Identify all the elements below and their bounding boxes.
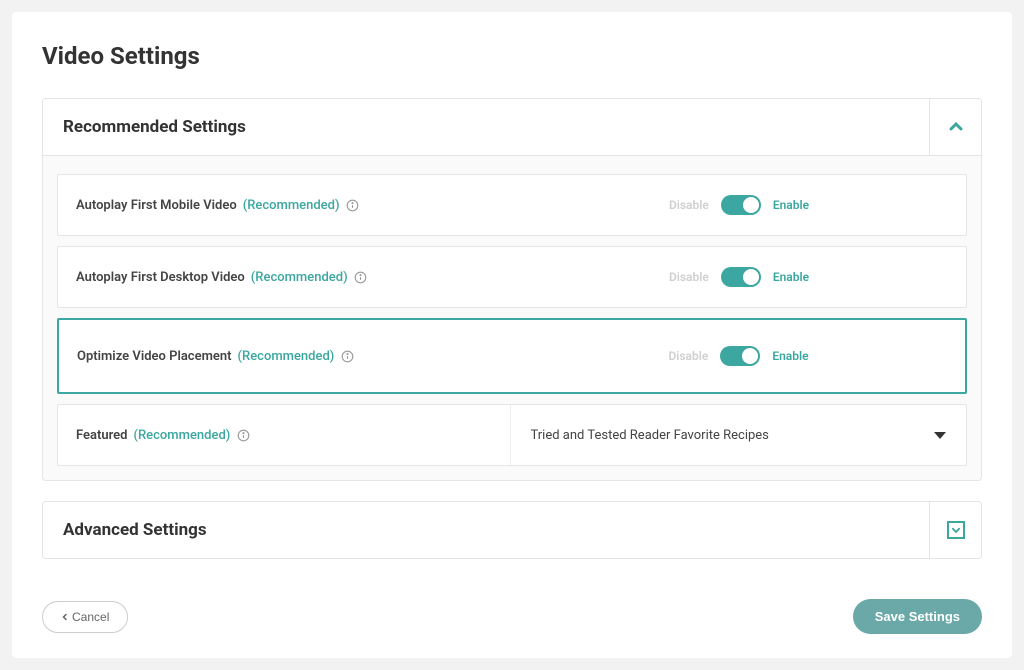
featured-dropdown[interactable]: Tried and Tested Reader Favorite Recipes [510,405,967,465]
chevron-left-icon [61,613,69,621]
actions-bar: Cancel Save Settings [42,599,982,634]
recommended-tag: (Recommended) [134,428,231,443]
toggle-knob [743,197,759,213]
enable-label: Enable [773,270,809,284]
disable-label: Disable [669,270,709,284]
setting-label-group: Autoplay First Mobile Video (Recommended… [58,175,512,235]
setting-label: Featured [76,428,128,443]
enable-label: Enable [772,349,808,363]
recommended-panel-title: Recommended Settings [43,99,266,155]
advanced-expand-toggle[interactable] [929,502,981,558]
recommended-tag: (Recommended) [251,270,348,285]
setting-label: Autoplay First Mobile Video [76,198,237,213]
toggle-switch-optimize-placement[interactable] [720,346,760,366]
info-icon[interactable] [340,349,354,363]
disable-label: Disable [668,349,708,363]
setting-row-autoplay-mobile: Autoplay First Mobile Video (Recommended… [57,174,967,236]
info-icon[interactable] [354,270,368,284]
enable-label: Enable [773,198,809,212]
toggle-group: Disable Enable [512,175,966,235]
toggle-knob [742,348,758,364]
dropdown-caret-icon [934,432,946,439]
toggle-switch-autoplay-mobile[interactable] [721,195,761,215]
chevron-up-icon [948,119,964,135]
setting-label-group: Autoplay First Desktop Video (Recommende… [58,247,512,307]
recommended-collapse-toggle[interactable] [929,99,981,155]
toggle-group: Disable Enable [512,247,966,307]
recommended-tag: (Recommended) [238,349,335,364]
setting-label-group: Optimize Video Placement (Recommended) [59,320,512,392]
save-settings-button[interactable]: Save Settings [853,599,982,634]
cancel-label: Cancel [72,610,109,624]
settings-container: Video Settings Recommended Settings Auto… [12,12,1012,658]
advanced-panel-title: Advanced Settings [43,502,227,558]
info-icon[interactable] [346,198,360,212]
recommended-panel-body: Autoplay First Mobile Video (Recommended… [43,156,981,480]
save-label: Save Settings [875,609,960,624]
setting-label-group: Featured (Recommended) [58,405,510,465]
recommended-tag: (Recommended) [243,198,340,213]
disable-label: Disable [669,198,709,212]
toggle-group: Disable Enable [512,320,965,392]
toggle-switch-autoplay-desktop[interactable] [721,267,761,287]
recommended-settings-panel: Recommended Settings Autoplay First Mobi… [42,98,982,481]
page-title: Video Settings [42,42,982,70]
recommended-panel-header: Recommended Settings [43,99,981,156]
chevron-down-box-icon [947,521,965,539]
setting-row-autoplay-desktop: Autoplay First Desktop Video (Recommende… [57,246,967,308]
featured-selected-value: Tried and Tested Reader Favorite Recipes [531,428,769,443]
setting-label: Autoplay First Desktop Video [76,270,245,285]
info-icon[interactable] [236,428,250,442]
cancel-button[interactable]: Cancel [42,601,128,633]
setting-row-optimize-placement: Optimize Video Placement (Recommended) D… [57,318,967,394]
advanced-settings-panel: Advanced Settings [42,501,982,559]
toggle-knob [743,269,759,285]
setting-row-featured: Featured (Recommended) Tried and Tested … [57,404,967,466]
setting-label: Optimize Video Placement [77,349,232,364]
